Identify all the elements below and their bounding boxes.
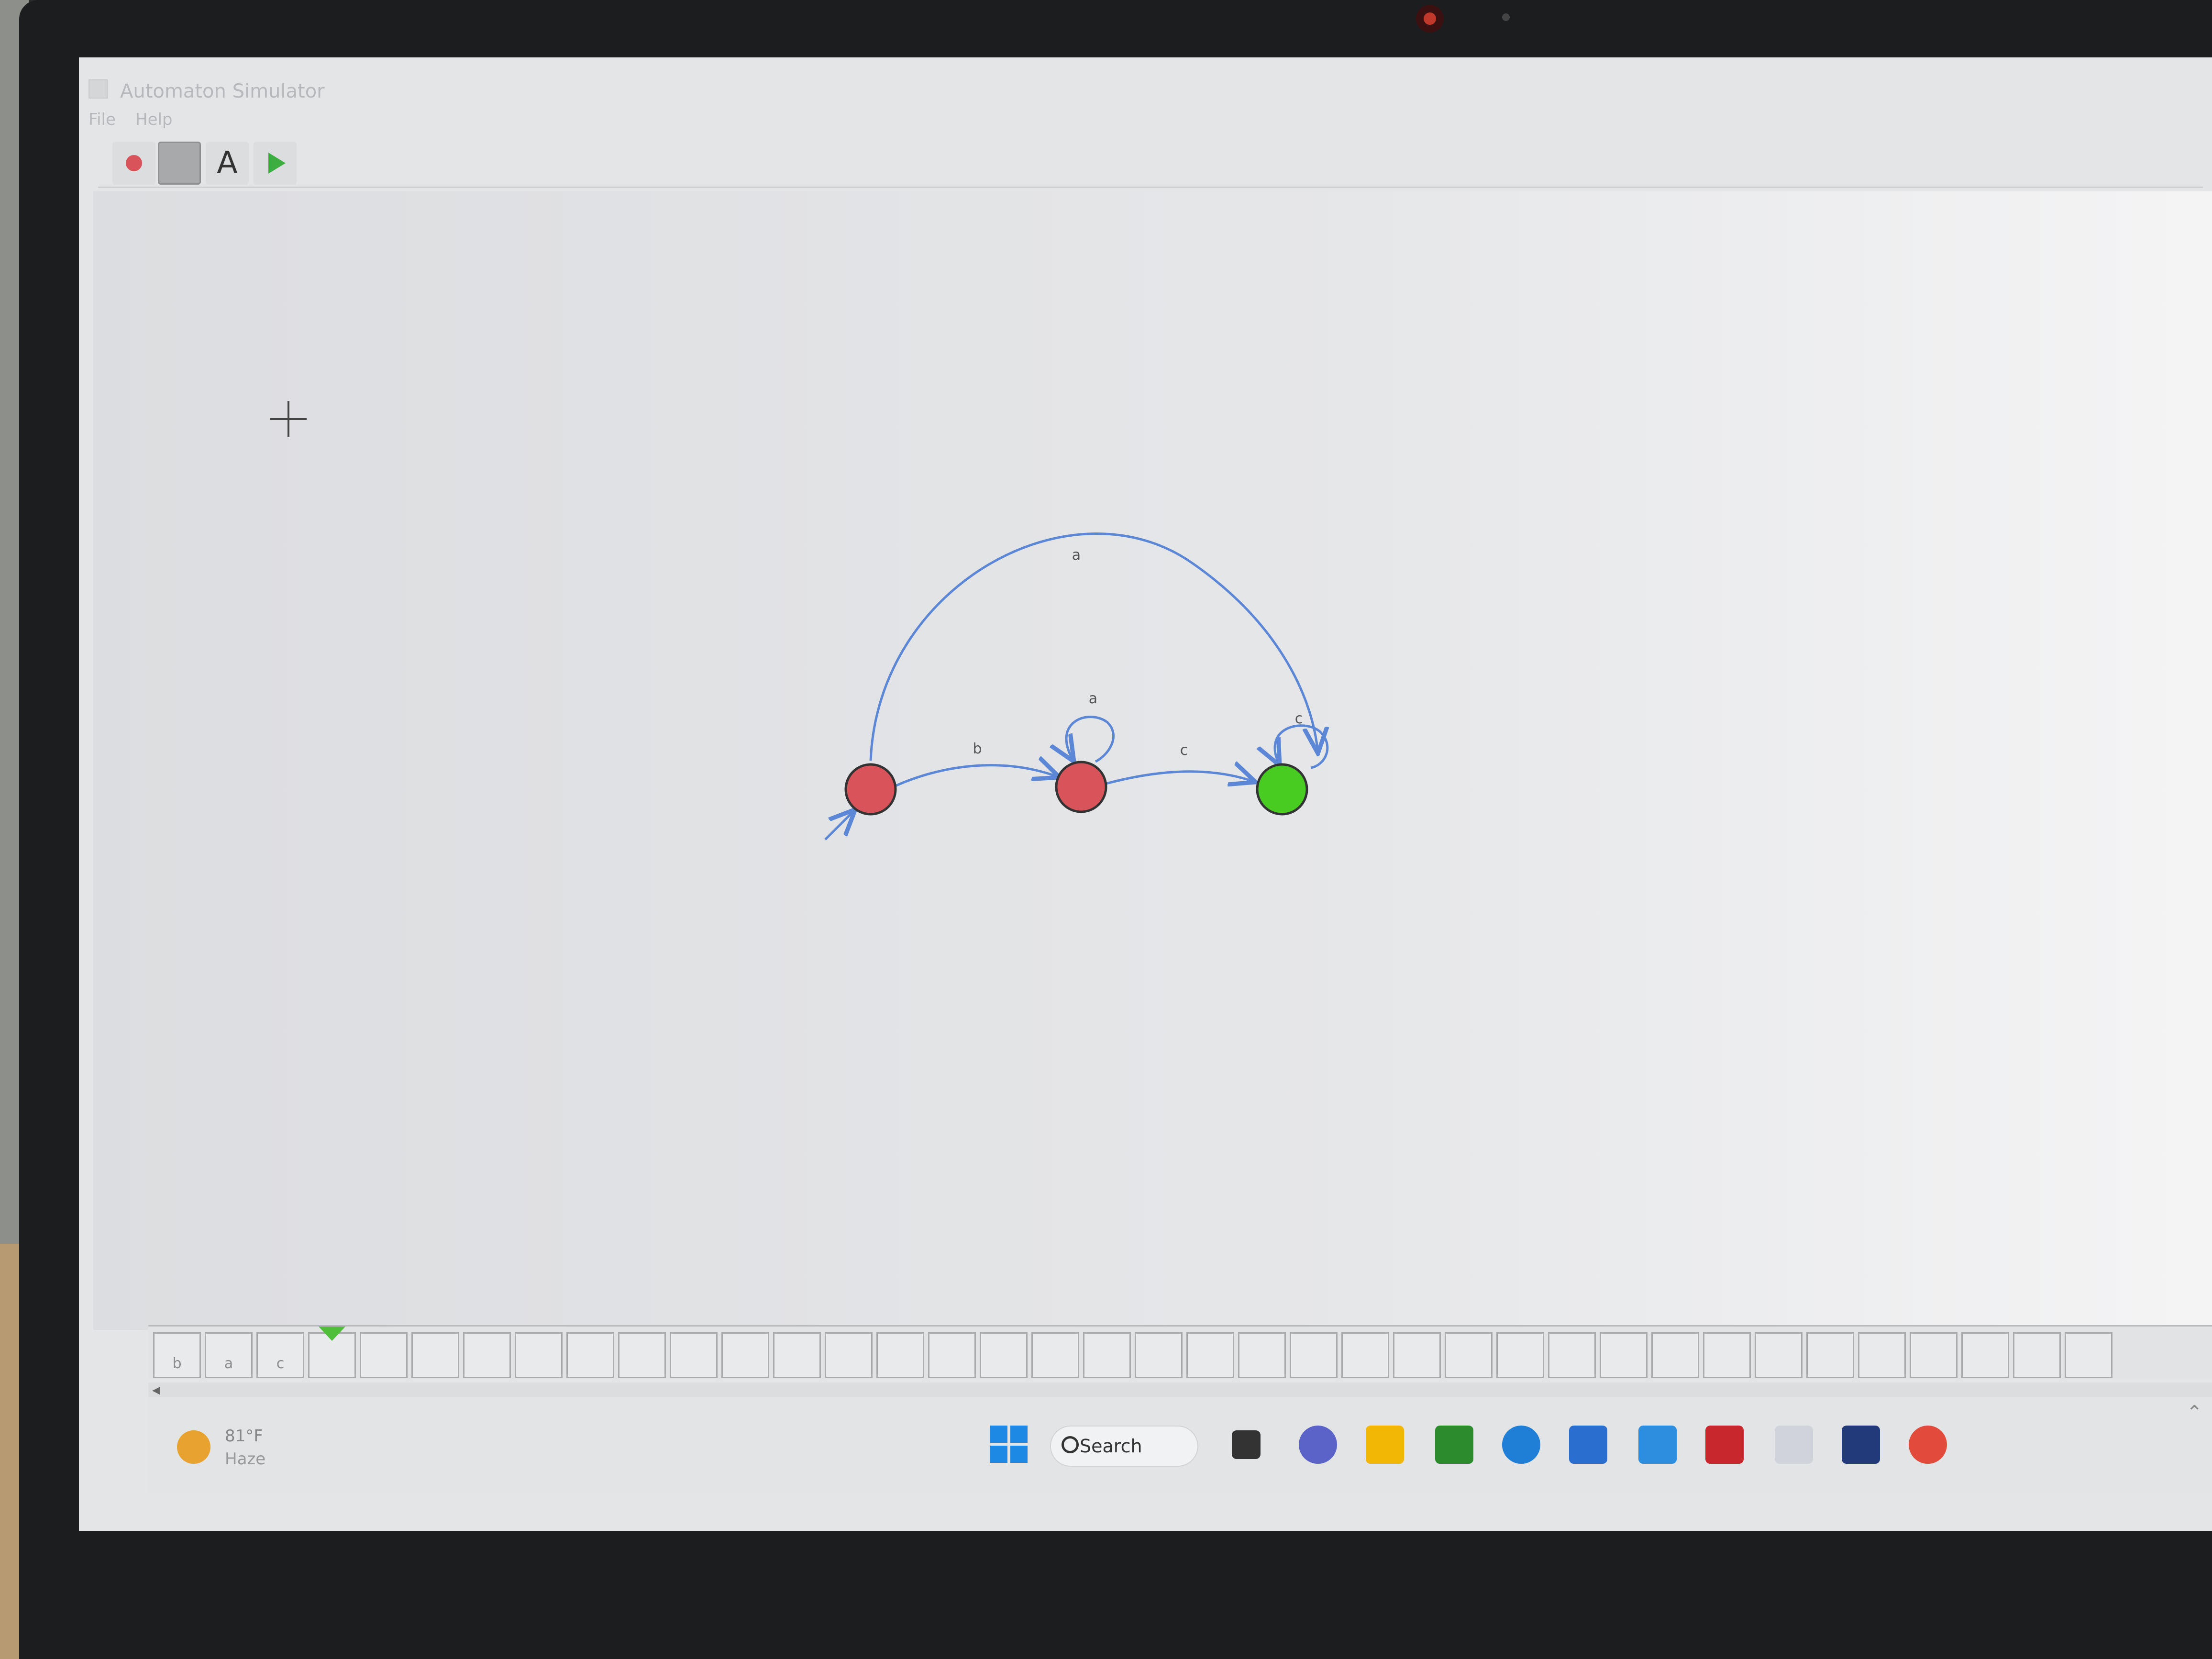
red-dot-icon [126, 155, 142, 171]
windows-taskbar: 81°F Haze Search ⌃ [148, 1397, 2212, 1493]
tape-cell[interactable] [1755, 1332, 1803, 1378]
tape-cell[interactable] [1238, 1332, 1286, 1378]
tape-head-marker [319, 1327, 345, 1341]
tape-cell[interactable] [773, 1332, 821, 1378]
tape-cell[interactable] [928, 1332, 976, 1378]
tape-cell[interactable] [721, 1332, 769, 1378]
search-label: Search [1080, 1436, 1142, 1457]
state-q2[interactable] [1256, 763, 1308, 816]
edge-label-q2-q2: c [1295, 710, 1303, 727]
tape-cell[interactable] [1548, 1332, 1596, 1378]
meet-icon[interactable] [1299, 1426, 1337, 1464]
tape-cell[interactable] [1445, 1332, 1493, 1378]
tape-cell[interactable] [360, 1332, 408, 1378]
run-button[interactable] [254, 142, 297, 185]
store-icon[interactable] [1569, 1426, 1607, 1464]
l-app-icon[interactable] [1638, 1426, 1677, 1464]
tape-cell[interactable] [566, 1332, 614, 1378]
tape-cell[interactable] [670, 1332, 718, 1378]
weather-haze-icon[interactable] [177, 1430, 210, 1464]
java-icon[interactable] [1775, 1426, 1813, 1464]
edge-q2-q2[interactable] [1275, 724, 1329, 768]
xbox-icon[interactable] [1435, 1426, 1473, 1464]
camera-indicator [1502, 13, 1510, 21]
play-icon [268, 153, 286, 174]
weather-temperature: 81°F [225, 1427, 263, 1446]
tape-cell[interactable] [1858, 1332, 1906, 1378]
app-icon [88, 79, 108, 99]
devcpp-icon[interactable] [1842, 1426, 1880, 1464]
scroll-left-icon[interactable]: ◀ [152, 1384, 160, 1396]
add-state-button[interactable] [112, 142, 155, 185]
label-tool-button[interactable]: A [206, 142, 249, 185]
tape-cell[interactable] [618, 1332, 666, 1378]
tape-cell[interactable] [980, 1332, 1028, 1378]
tape-cell[interactable]: c [256, 1332, 304, 1378]
tape-cell[interactable] [1290, 1332, 1338, 1378]
tape-cell[interactable] [1083, 1332, 1131, 1378]
initial-arrow [824, 809, 855, 841]
search-icon [1062, 1436, 1079, 1453]
tape-cell[interactable] [1186, 1332, 1234, 1378]
input-tape: bac [148, 1325, 2212, 1379]
edge-label-q1-q1: a [1089, 690, 1097, 707]
tape-cell[interactable] [1910, 1332, 1958, 1378]
tape-cell[interactable] [2065, 1332, 2112, 1378]
edge-q1-q1[interactable] [1066, 716, 1115, 762]
tape-cell[interactable] [876, 1332, 924, 1378]
edge-q0-q2[interactable] [869, 532, 1318, 761]
tape-cell[interactable] [2013, 1332, 2061, 1378]
screen: Automaton Simulator File Help A a b a c … [79, 57, 2212, 1531]
automaton-canvas[interactable]: a b a c c [93, 191, 2212, 1330]
select-tool-button[interactable] [158, 142, 201, 185]
weather-description: Haze [225, 1449, 266, 1469]
windows-start-icon[interactable] [990, 1426, 1029, 1464]
webcam-icon [1416, 5, 1444, 33]
tape-cell[interactable] [463, 1332, 511, 1378]
edge-label-q0-q1: b [973, 741, 982, 757]
tape-cell[interactable] [1600, 1332, 1648, 1378]
tape-cell[interactable] [411, 1332, 459, 1378]
tape-cell[interactable] [1341, 1332, 1389, 1378]
chevron-up-icon[interactable]: ⌃ [2186, 1402, 2202, 1424]
state-q1[interactable] [1055, 761, 1107, 813]
tape-cell[interactable] [1496, 1332, 1544, 1378]
state-q0[interactable] [844, 763, 897, 816]
mcafee-icon[interactable] [1705, 1426, 1744, 1464]
tape-cell[interactable] [1135, 1332, 1183, 1378]
task-view-icon[interactable] [1232, 1430, 1261, 1459]
tape-cell[interactable] [825, 1332, 873, 1378]
label-tool-glyph: A [217, 145, 238, 181]
window-title: Automaton Simulator [120, 80, 325, 102]
edge-icon[interactable] [1502, 1426, 1540, 1464]
taskbar-search[interactable]: Search [1050, 1426, 1198, 1467]
tape-cell[interactable]: a [205, 1332, 253, 1378]
tape-cell[interactable] [1961, 1332, 2009, 1378]
tape-cell[interactable] [1031, 1332, 1079, 1378]
edge-label-q0-q2: a [1072, 547, 1081, 564]
file-explorer-icon[interactable] [1366, 1426, 1404, 1464]
chrome-icon[interactable] [1909, 1426, 1947, 1464]
tape-cell[interactable] [515, 1332, 563, 1378]
automaton-graph: a b a c c [824, 532, 2212, 841]
tape-scrollbar[interactable]: ◀ [148, 1382, 2212, 1397]
edge-label-q1-q2: c [1180, 742, 1188, 759]
tape-cell[interactable]: b [153, 1332, 201, 1378]
tape-cell[interactable] [1651, 1332, 1699, 1378]
menu-help[interactable]: Help [135, 110, 173, 129]
menu-file[interactable]: File [88, 110, 116, 129]
title-bar: Automaton Simulator [79, 67, 2212, 105]
edge-q1-q2[interactable] [1102, 772, 1256, 785]
tape-cell[interactable] [1806, 1332, 1854, 1378]
tape-cell[interactable] [1393, 1332, 1441, 1378]
tape-cell[interactable] [1703, 1332, 1751, 1378]
edge-q0-q1[interactable] [892, 765, 1060, 788]
toolbar: A [98, 134, 2203, 188]
menu-bar: File Help [79, 105, 2212, 134]
